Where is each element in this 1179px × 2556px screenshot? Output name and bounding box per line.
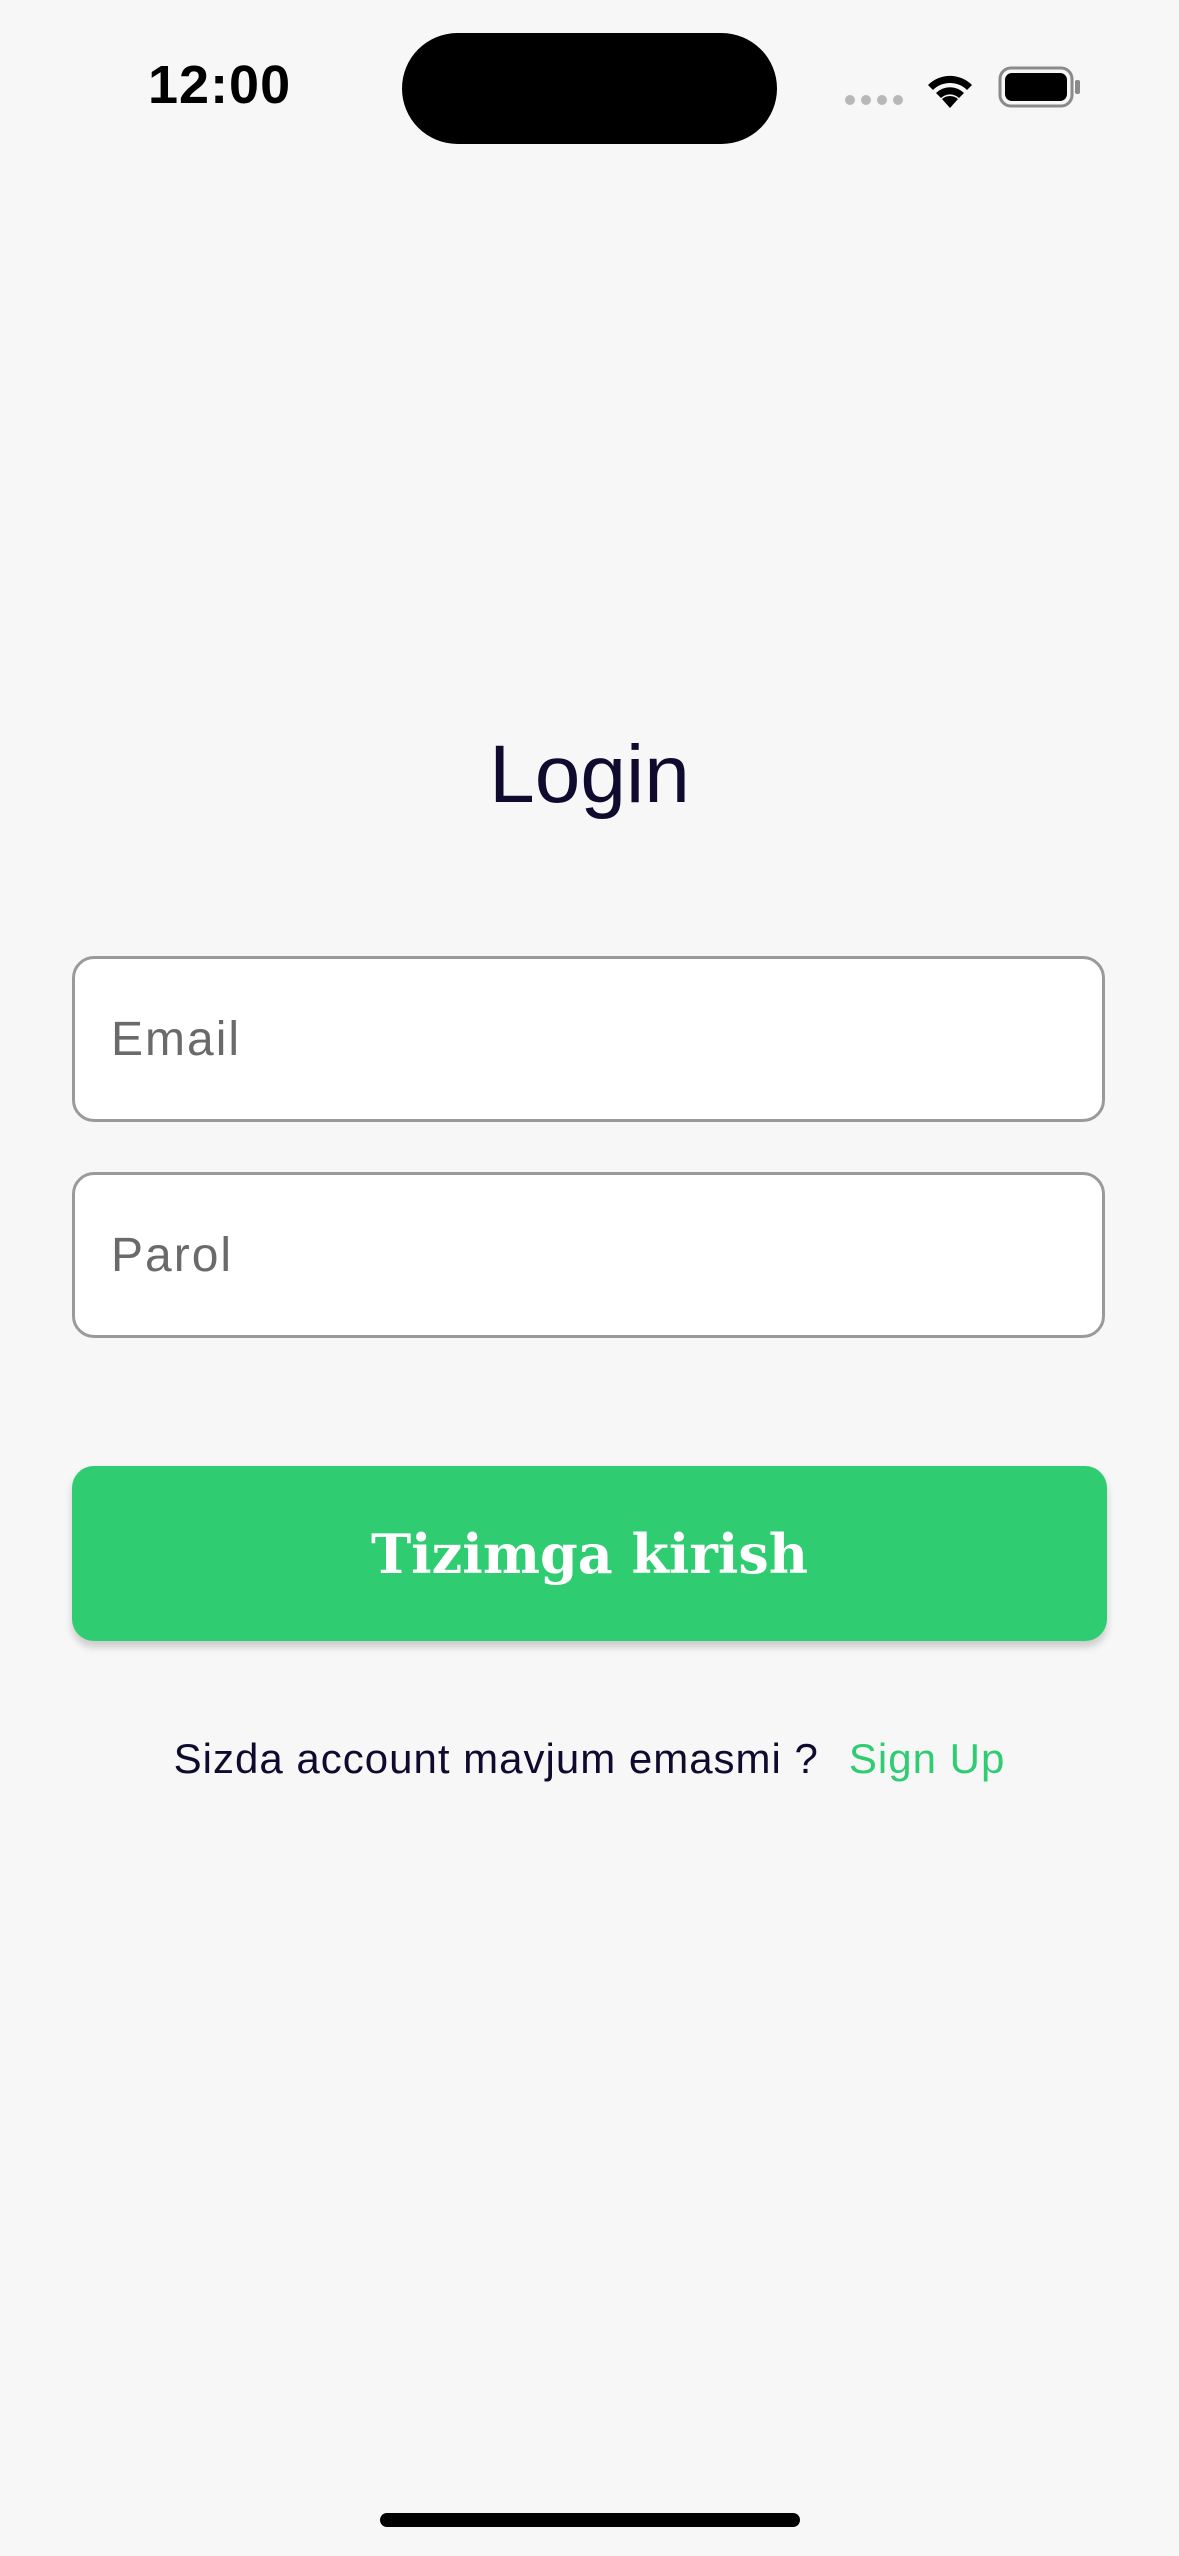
signal-icon bbox=[845, 95, 903, 105]
login-button[interactable]: Tizimga kirish bbox=[72, 1466, 1107, 1641]
home-indicator[interactable] bbox=[380, 2513, 800, 2527]
password-field[interactable] bbox=[75, 1175, 1102, 1335]
signup-link[interactable]: Sign Up bbox=[849, 1735, 1005, 1782]
signup-row: Sizda account mavjum emasmi ? Sign Up bbox=[0, 1735, 1179, 1783]
password-field-container bbox=[72, 1172, 1105, 1338]
dynamic-island bbox=[402, 33, 777, 144]
page-title: Login bbox=[489, 729, 690, 820]
status-time: 12:00 bbox=[148, 55, 292, 115]
email-field-container bbox=[72, 956, 1105, 1122]
signup-prompt: Sizda account mavjum emasmi ? bbox=[173, 1735, 819, 1782]
battery-icon bbox=[998, 66, 1080, 108]
wifi-icon bbox=[928, 75, 972, 108]
email-field[interactable] bbox=[75, 959, 1102, 1119]
